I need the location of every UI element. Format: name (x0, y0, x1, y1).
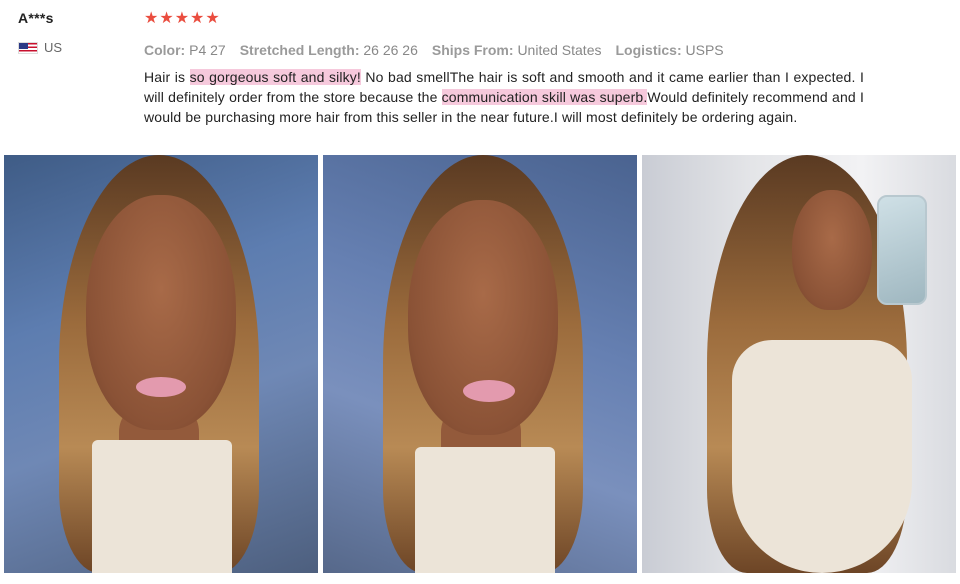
attr-color: Color: P4 27 (144, 42, 226, 58)
attr-logistics: Logistics: USPS (615, 42, 724, 58)
review-photos (4, 155, 956, 573)
face-shape (792, 190, 872, 310)
star-icon: ★ (144, 10, 159, 27)
top-shape (415, 447, 555, 573)
top-shape (732, 340, 912, 573)
lips-shape (136, 377, 186, 397)
phone-shape (877, 195, 927, 305)
top-shape (92, 440, 232, 573)
star-icon: ★ (159, 10, 174, 27)
reviewer-country: US (18, 40, 128, 55)
review-photo[interactable] (4, 155, 318, 573)
star-icon: ★ (174, 10, 190, 27)
reviewer-name: A***s (18, 10, 54, 26)
star-icon: ★ (190, 10, 205, 27)
attr-ships-from: Ships From: United States (431, 42, 602, 58)
us-flag-icon (18, 41, 38, 54)
reviewer-info: A***s US (18, 10, 128, 55)
attr-length: Stretched Length: 26 26 26 (239, 42, 418, 58)
star-icon: ★ (205, 10, 220, 27)
highlight-phrase: so gorgeous soft and silky! (189, 69, 361, 85)
review-text: Hair is so gorgeous soft and silky! No b… (144, 69, 864, 125)
highlight-phrase: communication skill was superb. (441, 89, 648, 105)
lips-shape (463, 380, 515, 402)
order-attributes: Color: P4 27 Stretched Length: 26 26 26 … (144, 42, 864, 58)
star-rating: ★ ★ ★ ★ ★ (144, 10, 864, 28)
country-code: US (44, 40, 63, 55)
review-body: ★ ★ ★ ★ ★ Color: P4 27 Stretched Length:… (144, 10, 864, 127)
review-photo[interactable] (323, 155, 637, 573)
review-photo[interactable] (642, 155, 956, 573)
